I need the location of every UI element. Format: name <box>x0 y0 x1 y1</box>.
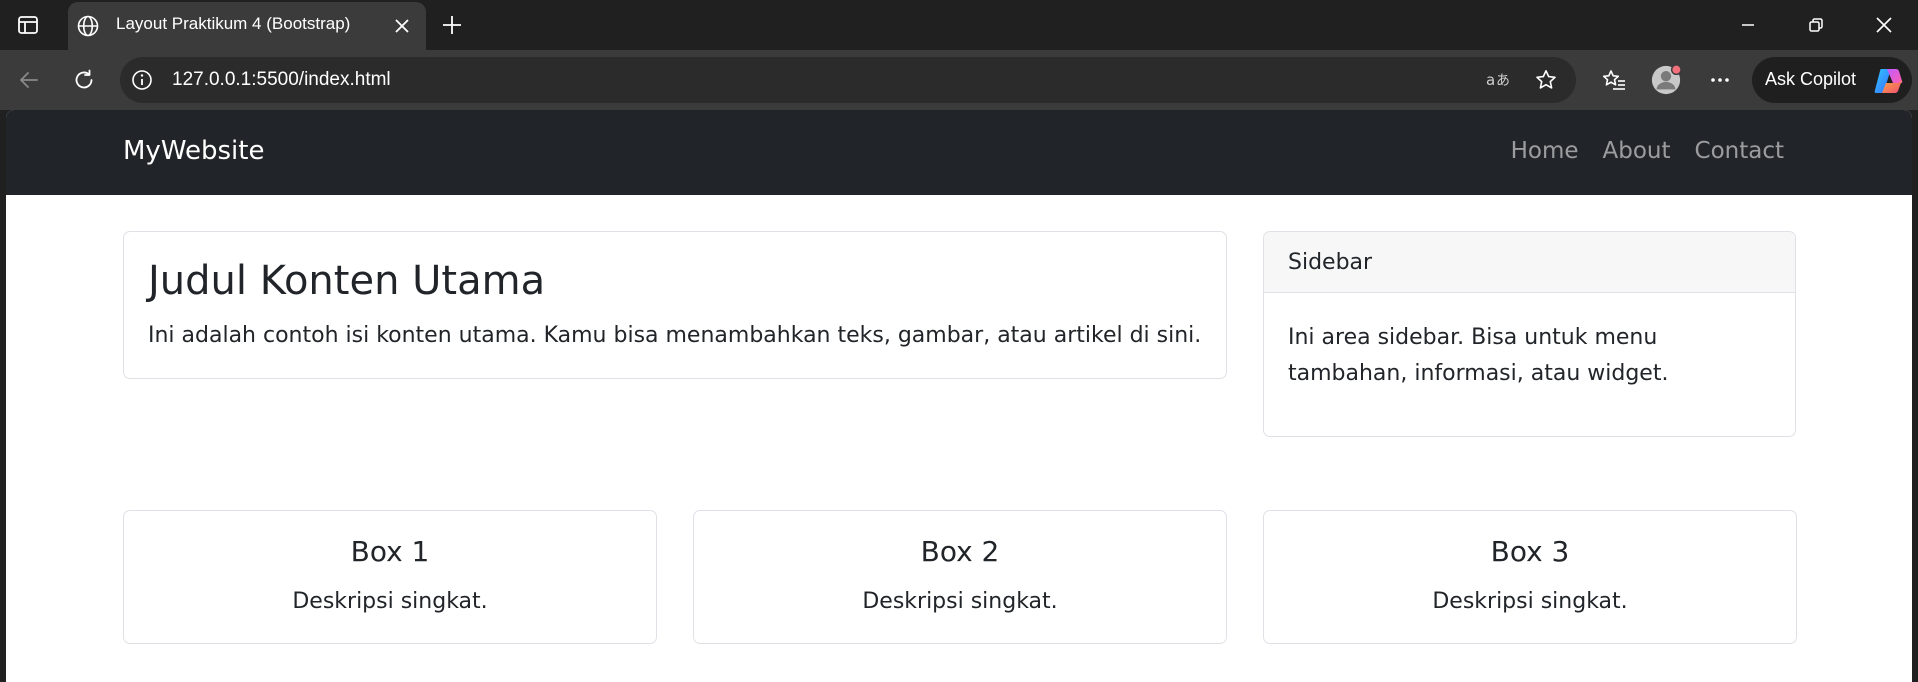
sidebar-card: Sidebar Ini area sidebar. Bisa untuk men… <box>1263 231 1796 437</box>
close-icon[interactable] <box>390 14 414 38</box>
minimize-icon <box>1742 24 1754 26</box>
sidebar-text: Ini area sidebar. Bisa untuk menu tambah… <box>1288 325 1669 386</box>
info-icon[interactable] <box>130 68 154 92</box>
more-icon[interactable] <box>1704 64 1736 96</box>
box-card-3: Box 3 Deskripsi singkat. <box>1263 510 1797 644</box>
page-viewport: MyWebsite Home About Contact Judul Konte… <box>6 110 1912 682</box>
main-content-text: Ini adalah contoh isi konten utama. Kamu… <box>148 323 1202 348</box>
minimize-button[interactable] <box>1718 0 1778 50</box>
sidebar-title: Sidebar <box>1288 250 1373 275</box>
svg-text:あ: あ <box>1496 73 1510 89</box>
box-card-2: Box 2 Deskripsi singkat. <box>693 510 1227 644</box>
restore-button[interactable] <box>1786 0 1846 50</box>
site-navbar: MyWebsite Home About Contact <box>6 110 1912 195</box>
favorite-star-icon[interactable] <box>1533 67 1559 93</box>
tab-actions-icon[interactable] <box>14 11 42 39</box>
read-aloud-icon[interactable]: aあ <box>1486 67 1512 93</box>
window-close-icon <box>1876 17 1892 33</box>
restore-icon <box>1809 18 1823 32</box>
address-bar[interactable]: 127.0.0.1:5500/index.html aあ <box>120 57 1576 103</box>
favorites-icon[interactable] <box>1598 64 1630 96</box>
navbar-links: Home About Contact <box>1511 138 1784 164</box>
main-content-title: Judul Konten Utama <box>148 258 546 304</box>
plus-icon <box>443 16 461 34</box>
browser-toolbar: 127.0.0.1:5500/index.html aあ Ask Copilot <box>0 50 1918 110</box>
window-close-button[interactable] <box>1854 0 1914 50</box>
box-title: Box 2 <box>920 535 1000 568</box>
globe-icon <box>76 14 100 38</box>
profile-icon[interactable] <box>1650 64 1682 96</box>
box-text: Deskripsi singkat. <box>292 589 488 614</box>
main-content-card: Judul Konten Utama Ini adalah contoh isi… <box>123 231 1227 379</box>
nav-link-home[interactable]: Home <box>1511 138 1579 164</box>
box-card-1: Box 1 Deskripsi singkat. <box>123 510 657 644</box>
box-title: Box 1 <box>350 535 430 568</box>
copilot-label: Ask Copilot <box>1765 69 1857 89</box>
url-text[interactable]: 127.0.0.1:5500/index.html <box>172 69 391 91</box>
navbar-brand[interactable]: MyWebsite <box>123 136 264 166</box>
box-title: Box 3 <box>1490 535 1570 568</box>
nav-link-about[interactable]: About <box>1603 138 1671 164</box>
browser-tab-strip: Layout Praktikum 4 (Bootstrap) <box>0 0 1918 50</box>
sidebar-header: Sidebar <box>1264 232 1795 293</box>
box-text: Deskripsi singkat. <box>1432 589 1628 614</box>
new-tab-button[interactable] <box>438 11 466 39</box>
nav-link-contact[interactable]: Contact <box>1695 138 1784 164</box>
ask-copilot-button[interactable]: Ask Copilot <box>1752 57 1912 103</box>
browser-tab-active[interactable]: Layout Praktikum 4 (Bootstrap) <box>68 2 426 50</box>
svg-text:a: a <box>1486 71 1495 89</box>
back-icon[interactable] <box>13 64 45 96</box>
box-text: Deskripsi singkat. <box>862 589 1058 614</box>
copilot-icon <box>1872 67 1904 95</box>
refresh-icon[interactable] <box>68 64 100 96</box>
tab-title: Layout Praktikum 4 (Bootstrap) <box>116 14 351 33</box>
